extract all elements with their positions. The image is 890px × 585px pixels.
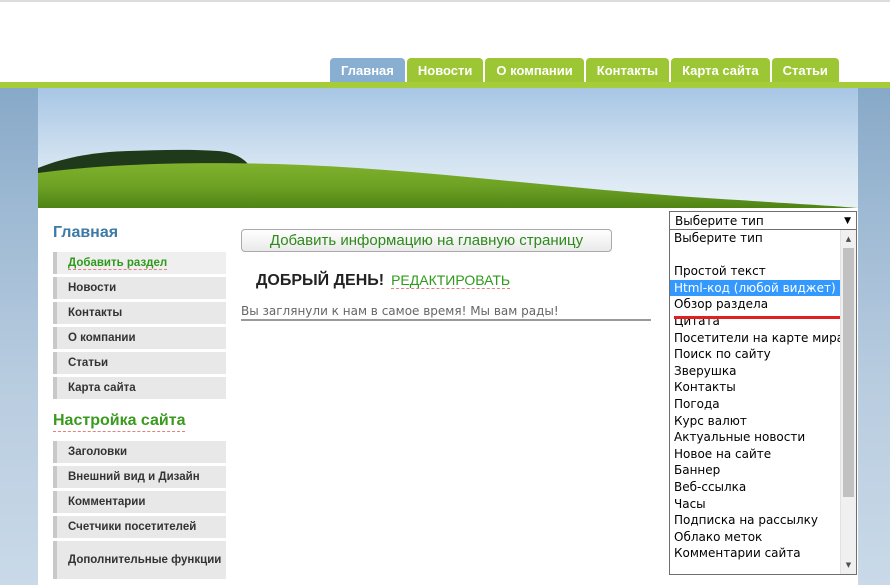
type-option[interactable]: Обзор раздела	[670, 296, 841, 313]
scroll-up-arrow-icon[interactable]: ▲	[841, 232, 856, 246]
type-option[interactable]: Поиск по сайту	[670, 346, 841, 363]
dropdown-scrollbar[interactable]: ▲ ▼	[840, 230, 856, 574]
type-option-highlighted[interactable]: Html-код (любой виджет)	[670, 279, 841, 297]
nav-tab-home[interactable]: Главная	[330, 58, 405, 83]
nav-tab-articles[interactable]: Статьи	[771, 58, 839, 83]
sidebar-item-add-section[interactable]: Добавить раздел	[53, 252, 226, 274]
sidebar-main-menu: Добавить раздел Новости Контакты О компа…	[53, 252, 226, 402]
type-option[interactable]: Погода	[670, 396, 841, 413]
type-option[interactable]: Облако меток	[670, 529, 841, 546]
type-option[interactable]: Курс валют	[670, 413, 841, 430]
add-info-button[interactable]: Добавить информацию на главную страницу	[241, 229, 612, 252]
chevron-down-icon[interactable]: ▼	[844, 216, 851, 226]
type-select-value: Выберите тип	[675, 213, 764, 228]
type-option[interactable]: Веб-ссылка	[670, 479, 841, 496]
sidebar-item-comments[interactable]: Комментарии	[53, 491, 226, 513]
nav-tab-sitemap[interactable]: Карта сайта	[671, 58, 770, 83]
sidebar-item-design[interactable]: Внешний вид и Дизайн	[53, 466, 226, 488]
type-option[interactable]: Баннер	[670, 462, 841, 479]
type-option[interactable]: Зверушка	[670, 363, 841, 380]
type-option-empty[interactable]	[670, 247, 841, 264]
sidebar-item-extra-functions[interactable]: Дополнительные функции	[53, 541, 226, 579]
welcome-text: Вы заглянули к нам в самое время! Мы вам…	[241, 304, 651, 321]
sidebar-item-contacts[interactable]: Контакты	[53, 302, 226, 324]
greeting-heading: ДОБРЫЙ ДЕНЬ!	[256, 272, 385, 289]
nav-tab-news[interactable]: Новости	[406, 58, 484, 83]
sidebar-item-articles[interactable]: Статьи	[53, 352, 226, 374]
type-option[interactable]: Выберите тип	[670, 230, 841, 247]
page-side-left	[0, 88, 38, 585]
sidebar-settings-title: Настройка сайта	[53, 412, 186, 432]
type-select-list: Выберите тип Простой текст Html-код (люб…	[669, 230, 857, 575]
annotation-red-underline	[674, 316, 851, 319]
edit-link[interactable]: РЕДАКТИРОВАТЬ	[391, 272, 511, 289]
scroll-down-arrow-icon[interactable]: ▼	[841, 558, 856, 572]
type-option[interactable]: Подписка на рассылку	[670, 512, 841, 529]
sidebar-item-news[interactable]: Новости	[53, 277, 226, 299]
type-select[interactable]: Выберите тип ▼ Выберите тип Простой текс…	[669, 211, 857, 575]
sidebar-item-headers[interactable]: Заголовки	[53, 441, 226, 463]
sidebar-main-title: Главная	[53, 224, 119, 241]
top-nav: Главная Новости О компании Контакты Карт…	[330, 58, 839, 83]
sidebar-item-counters[interactable]: Счетчики посетителей	[53, 516, 226, 538]
greeting-block: ДОБРЫЙ ДЕНЬ! РЕДАКТИРОВАТЬ	[256, 272, 511, 290]
sidebar-item-about[interactable]: О компании	[53, 327, 226, 349]
sidebar-item-label: Добавить раздел	[68, 256, 168, 270]
header-banner-image	[38, 88, 858, 208]
type-option[interactable]: Простой текст	[670, 263, 841, 280]
top-border	[0, 0, 890, 2]
type-option[interactable]: Новое на сайте	[670, 446, 841, 463]
type-option[interactable]: Контакты	[670, 379, 841, 396]
page-side-right	[858, 88, 890, 585]
sidebar-item-sitemap[interactable]: Карта сайта	[53, 377, 226, 399]
scrollbar-thumb[interactable]	[843, 248, 854, 497]
type-option[interactable]: Посетители на карте мира	[670, 330, 844, 347]
type-option[interactable]: Комментарии сайта	[670, 545, 841, 562]
sidebar-settings-menu: Заголовки Внешний вид и Дизайн Комментар…	[53, 441, 226, 582]
type-option[interactable]: Часы	[670, 496, 841, 513]
nav-tab-contacts[interactable]: Контакты	[585, 58, 670, 83]
type-option[interactable]: Актуальные новости	[670, 429, 841, 446]
type-select-head[interactable]: Выберите тип ▼	[669, 211, 857, 230]
nav-tab-about[interactable]: О компании	[485, 58, 584, 83]
